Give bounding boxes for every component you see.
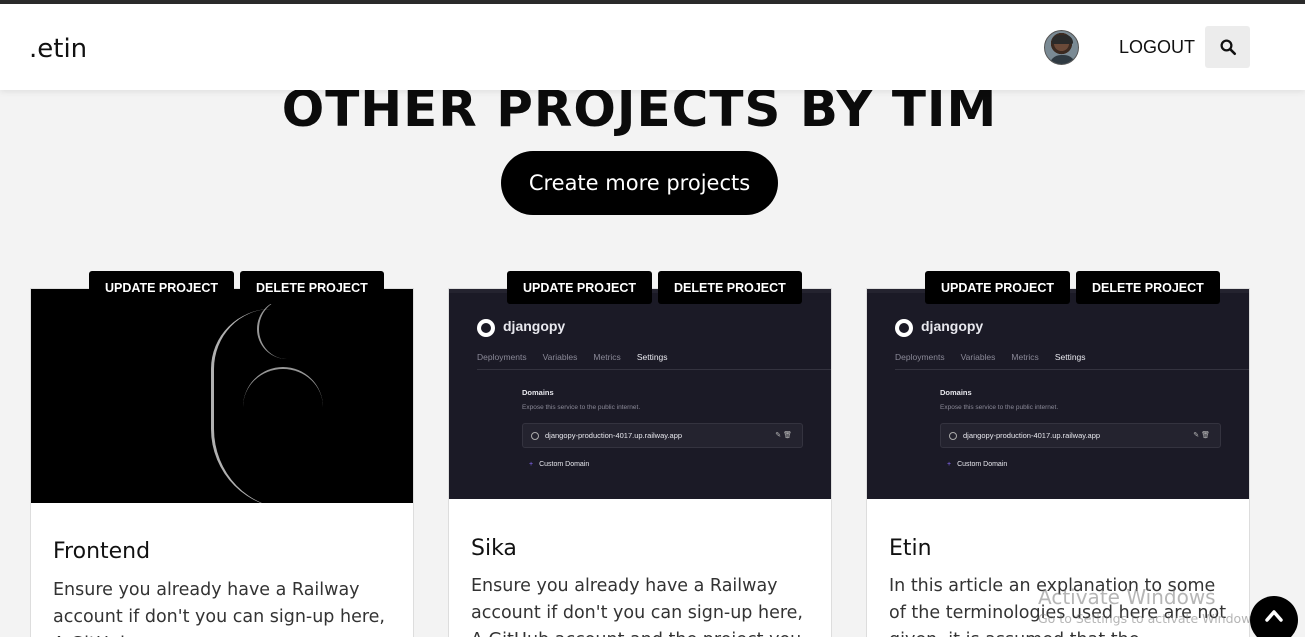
- domains-subtitle: Expose this service to the public intern…: [940, 404, 1059, 411]
- search-button[interactable]: [1205, 26, 1250, 68]
- project-title[interactable]: Etin: [889, 536, 932, 561]
- card-actions: UPDATE PROJECT DELETE PROJECT: [507, 271, 802, 304]
- globe-icon: [949, 432, 957, 440]
- dashboard-divider: [895, 369, 1249, 370]
- project-image[interactable]: djangopy Deployments Variables Metrics S…: [449, 289, 831, 499]
- dashboard-app-name: djangopy: [503, 318, 566, 334]
- dashboard-tab-active: Settings: [636, 352, 668, 362]
- chevron-up-icon: [1265, 610, 1283, 622]
- site-header: .etin LOGOUT: [0, 4, 1305, 90]
- project-title[interactable]: Sika: [471, 536, 517, 561]
- avatar-cap: [1052, 35, 1073, 44]
- dashboard-screenshot: djangopy Deployments Variables Metrics S…: [867, 289, 1249, 499]
- site-logo[interactable]: .etin: [29, 34, 87, 64]
- dashboard-tabs: Deployments Variables Metrics Settings: [895, 352, 1086, 362]
- delete-project-button[interactable]: DELETE PROJECT: [1075, 271, 1220, 304]
- scroll-to-top-button[interactable]: [1250, 596, 1298, 637]
- project-description: Ensure you already have a Railway accoun…: [471, 576, 803, 637]
- dashboard-tab: Metrics: [1011, 352, 1039, 362]
- project-image[interactable]: djangopy Deployments Variables Metrics S…: [867, 289, 1249, 499]
- watermark-subtitle: Go to Settings to activate Windows.: [1038, 611, 1262, 626]
- windows-activation-watermark: Activate Windows Go to Settings to activ…: [1038, 585, 1262, 626]
- delete-project-button[interactable]: DELETE PROJECT: [239, 271, 384, 304]
- custom-domain-row: + Custom Domain: [947, 461, 1007, 468]
- project-card: UPDATE PROJECT DELETE PROJECT djangopy D…: [448, 271, 832, 637]
- card-actions: UPDATE PROJECT DELETE PROJECT: [925, 271, 1220, 304]
- domain-url-box: djangopy-production-4017.up.railway.app …: [522, 423, 803, 448]
- dashboard-divider: [477, 369, 831, 370]
- domain-url: djangopy-production-4017.up.railway.app: [963, 431, 1101, 440]
- dashboard-tab: Variables: [542, 352, 578, 362]
- project-description: Ensure you already have a Railway accoun…: [53, 580, 385, 637]
- edit-delete-icons: ✎ 🗑: [775, 432, 792, 439]
- dashboard-tab: Variables: [960, 352, 996, 362]
- dashboard-tab: Metrics: [593, 352, 621, 362]
- update-project-button[interactable]: UPDATE PROJECT: [507, 271, 652, 304]
- project-image[interactable]: [31, 289, 413, 503]
- dashboard-screenshot: djangopy Deployments Variables Metrics S…: [449, 289, 831, 499]
- avatar-body: [1049, 55, 1076, 64]
- watermark-title: Activate Windows: [1038, 585, 1216, 609]
- logout-link[interactable]: LOGOUT: [1119, 37, 1195, 58]
- domains-heading: Domains: [940, 388, 972, 397]
- domain-url-box: djangopy-production-4017.up.railway.app …: [940, 423, 1221, 448]
- github-icon: [895, 319, 913, 337]
- custom-domain-label: Custom Domain: [957, 461, 1008, 468]
- photo-body-outline: [211, 309, 331, 503]
- update-project-button[interactable]: UPDATE PROJECT: [925, 271, 1070, 304]
- user-avatar[interactable]: [1044, 30, 1079, 65]
- dashboard-tab: Deployments: [895, 352, 945, 362]
- domains-subtitle: Expose this service to the public intern…: [522, 404, 641, 411]
- custom-domain-label: Custom Domain: [539, 461, 590, 468]
- card-actions: UPDATE PROJECT DELETE PROJECT: [89, 271, 384, 304]
- plus-icon: +: [529, 461, 534, 468]
- github-icon: [477, 319, 495, 337]
- project-title[interactable]: Frontend: [53, 539, 150, 564]
- domains-heading: Domains: [522, 388, 554, 397]
- delete-project-button[interactable]: DELETE PROJECT: [657, 271, 802, 304]
- update-project-button[interactable]: UPDATE PROJECT: [89, 271, 234, 304]
- edit-delete-icons: ✎ 🗑: [1193, 432, 1210, 439]
- dashboard-tab-active: Settings: [1054, 352, 1086, 362]
- globe-icon: [531, 432, 539, 440]
- create-projects-button[interactable]: Create more projects: [501, 151, 778, 215]
- dashboard-app-name: djangopy: [921, 318, 984, 334]
- plus-icon: +: [947, 461, 952, 468]
- silhouette-photo: [31, 289, 413, 503]
- domain-url: djangopy-production-4017.up.railway.app: [545, 431, 683, 440]
- search-icon: [1220, 39, 1236, 56]
- custom-domain-row: + Custom Domain: [529, 461, 589, 468]
- dashboard-tab: Deployments: [477, 352, 527, 362]
- dashboard-tabs: Deployments Variables Metrics Settings: [477, 352, 668, 362]
- project-card: UPDATE PROJECT DELETE PROJECT Frontend E…: [30, 271, 414, 637]
